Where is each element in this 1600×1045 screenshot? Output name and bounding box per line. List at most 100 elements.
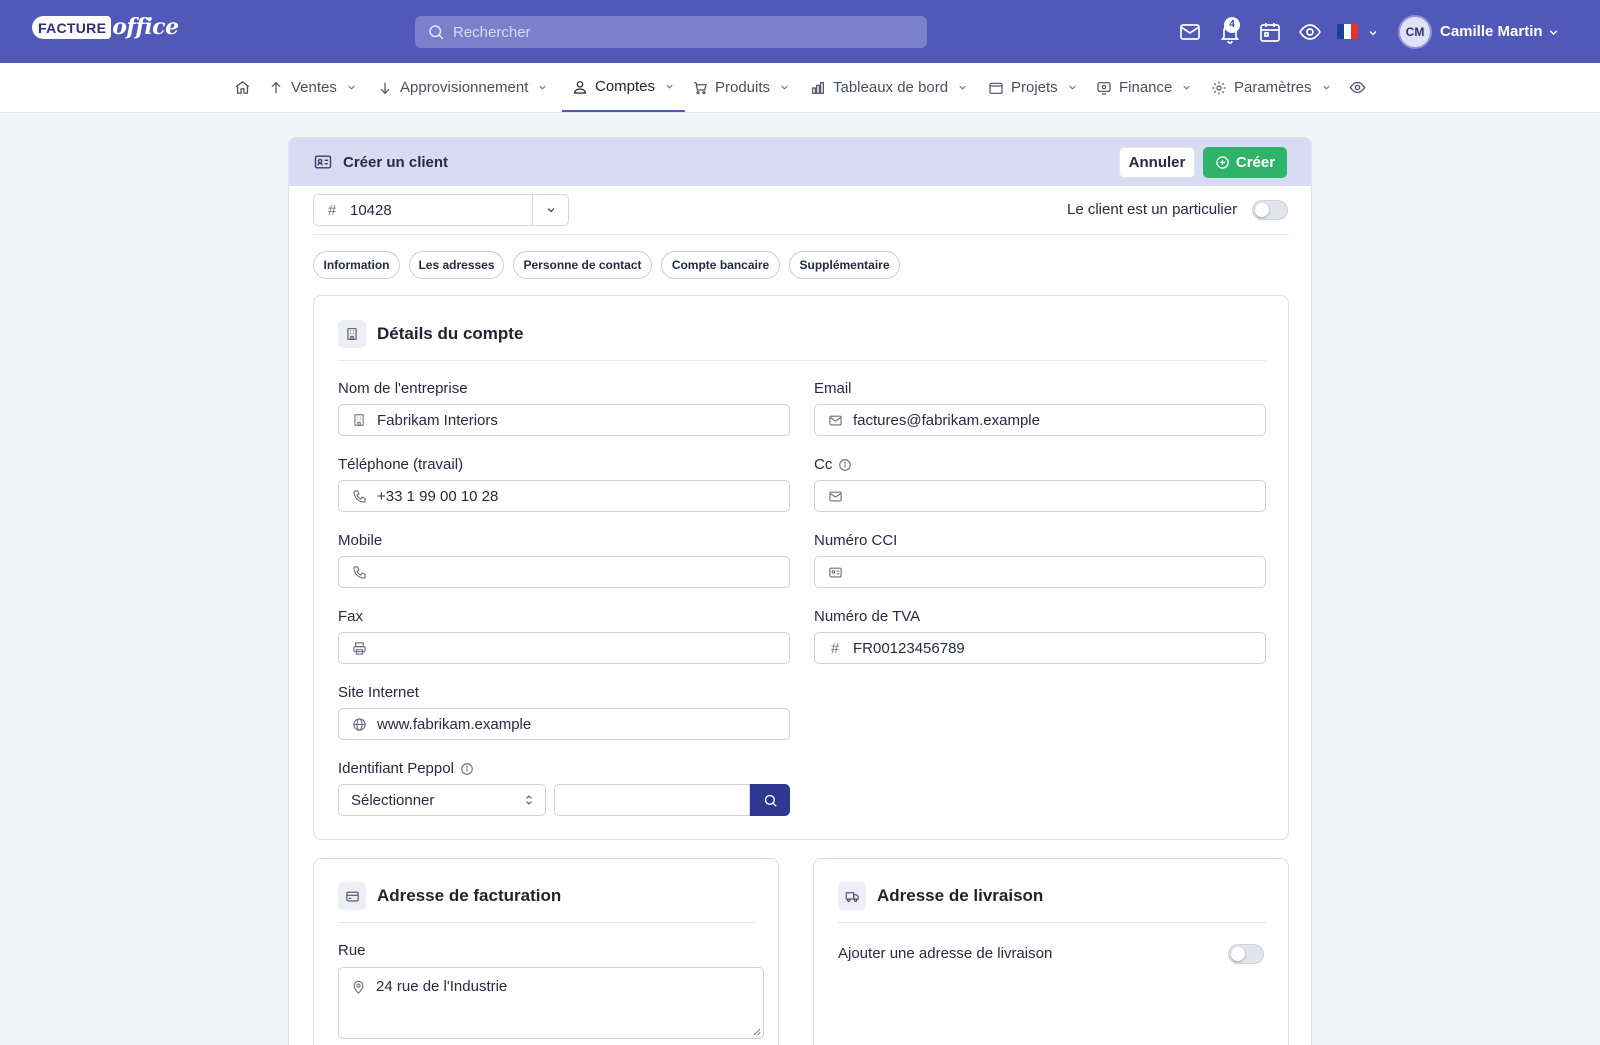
globe-icon <box>351 717 367 732</box>
avatar[interactable]: CM <box>1398 15 1432 49</box>
nav-tableaux-de-bord[interactable]: Tableaux de bord <box>810 63 968 112</box>
nav-approvisionnement[interactable]: Approvisionnement <box>377 63 548 112</box>
nav-projets[interactable]: Projets <box>988 63 1078 112</box>
tab-personne-contact[interactable]: Personne de contact <box>513 251 652 279</box>
client-number-dropdown[interactable] <box>532 195 568 225</box>
client-number-select[interactable]: # 10428 <box>313 194 569 226</box>
tab-compte-bancaire[interactable]: Compte bancaire <box>661 251 780 279</box>
create-client-card: Créer un client Annuler Créer # 10428 Le… <box>288 137 1312 1045</box>
company-field[interactable]: Fabrikam Interiors <box>338 404 790 436</box>
language-flag-icon[interactable] <box>1337 24 1358 39</box>
peppol-scheme-select[interactable]: Sélectionner <box>338 784 546 816</box>
logo-word-office: office <box>112 14 179 40</box>
billing-address-section: Adresse de facturation Rue 24 rue de l'I… <box>313 858 779 1045</box>
building-icon <box>338 320 366 348</box>
chevron-down-icon <box>348 85 355 90</box>
mail-icon[interactable] <box>1178 20 1202 44</box>
nav-comptes[interactable]: Comptes <box>562 63 686 112</box>
nav-label-comptes: Comptes <box>595 78 656 95</box>
divider <box>338 360 1266 361</box>
nav-ventes[interactable]: Ventes <box>268 63 357 112</box>
page-title: Créer un client <box>343 153 449 171</box>
particulier-toggle[interactable] <box>1252 200 1288 220</box>
nav-label-produits: Produits <box>715 79 771 96</box>
tva-field[interactable]: # FR00123456789 <box>814 632 1266 664</box>
cc-field[interactable] <box>814 480 1266 512</box>
search-placeholder: Rechercher <box>453 23 531 41</box>
id-card-icon <box>827 565 843 580</box>
chevron-down-icon[interactable] <box>1367 27 1379 39</box>
tva-label: Numéro de TVA <box>814 608 921 625</box>
divider <box>838 922 1266 923</box>
info-icon[interactable] <box>460 762 474 776</box>
peppol-label-text: Identifiant Peppol <box>338 760 454 777</box>
peppol-search-button[interactable] <box>750 784 790 816</box>
top-bar: FACTURE office Rechercher 4 CM Camille M… <box>0 0 1600 63</box>
phone-field[interactable]: +33 1 99 00 10 28 <box>338 480 790 512</box>
monitor-icon <box>1097 81 1111 95</box>
map-pin-icon <box>351 980 366 995</box>
user-name[interactable]: Camille Martin <box>1440 23 1543 40</box>
phone-icon <box>351 565 367 580</box>
create-button[interactable]: Créer <box>1203 147 1287 178</box>
nav-label-projets: Projets <box>1011 79 1058 96</box>
eye-icon <box>1349 81 1366 94</box>
cc-label-text: Cc <box>814 456 833 473</box>
bar-chart-icon <box>812 81 824 94</box>
gear-icon <box>1212 80 1226 95</box>
section-title: Détails du compte <box>377 324 524 343</box>
mobile-field[interactable] <box>338 556 790 588</box>
chevron-down-icon <box>1183 85 1191 90</box>
phone-value: +33 1 99 00 10 28 <box>377 487 499 505</box>
nav-parametres[interactable]: Paramètres <box>1211 63 1332 112</box>
info-icon[interactable] <box>838 458 852 472</box>
eye-icon[interactable] <box>1298 20 1322 44</box>
tab-information[interactable]: Information <box>313 251 400 279</box>
peppol-id-field[interactable] <box>554 784 750 816</box>
tab-supplementaire[interactable]: Supplémentaire <box>789 251 900 279</box>
search-icon <box>764 794 777 807</box>
arrow-up-icon <box>271 81 281 93</box>
nav-eye[interactable] <box>1349 63 1366 112</box>
cart-icon <box>694 81 707 94</box>
mobile-label: Mobile <box>338 532 383 549</box>
home-icon <box>235 81 250 94</box>
user-menu-chevron-icon[interactable] <box>1547 26 1560 39</box>
fax-label: Fax <box>338 608 364 625</box>
billing-header: Adresse de facturation <box>338 882 561 910</box>
notification-badge: 4 <box>1224 17 1240 33</box>
cci-field[interactable] <box>814 556 1266 588</box>
mail-icon <box>827 489 843 504</box>
email-value: factures@fabrikam.example <box>853 411 1040 429</box>
nav-finance[interactable]: Finance <box>1096 63 1192 112</box>
fax-field[interactable] <box>338 632 790 664</box>
resize-handle-icon[interactable] <box>752 1027 761 1036</box>
building-icon <box>351 413 367 427</box>
shipping-header: Adresse de livraison <box>838 882 1043 910</box>
search-input[interactable]: Rechercher <box>415 16 927 48</box>
peppol-select-value: Sélectionner <box>351 791 435 809</box>
peppol-label: Identifiant Peppol <box>338 760 474 777</box>
website-label: Site Internet <box>338 684 419 701</box>
hash-icon: # <box>327 201 337 219</box>
calendar-icon[interactable] <box>1258 20 1282 44</box>
website-field[interactable]: www.fabrikam.example <box>338 708 790 740</box>
chevron-down-icon <box>781 85 788 90</box>
cci-label: Numéro CCI <box>814 532 898 549</box>
hash-icon: # <box>830 639 840 657</box>
section-title: Adresse de livraison <box>877 886 1044 905</box>
app-logo[interactable]: FACTURE office <box>32 14 179 40</box>
phone-label: Téléphone (travail) <box>338 456 464 473</box>
plus-circle-icon <box>1216 156 1229 169</box>
email-field[interactable]: factures@fabrikam.example <box>814 404 1266 436</box>
chevron-down-icon <box>539 85 547 90</box>
cancel-button[interactable]: Annuler <box>1119 147 1195 178</box>
nav-label-ventes: Ventes <box>291 79 337 96</box>
chevron-down-icon <box>666 84 673 89</box>
nav-produits[interactable]: Produits <box>692 63 790 112</box>
nav-home[interactable] <box>234 63 251 112</box>
add-shipping-toggle[interactable] <box>1228 944 1264 964</box>
street-field[interactable]: 24 rue de l'Industrie <box>338 967 764 1039</box>
main-nav: Ventes Approvisionnement Comptes Produit… <box>0 63 1600 113</box>
tab-adresses[interactable]: Les adresses <box>409 251 504 279</box>
